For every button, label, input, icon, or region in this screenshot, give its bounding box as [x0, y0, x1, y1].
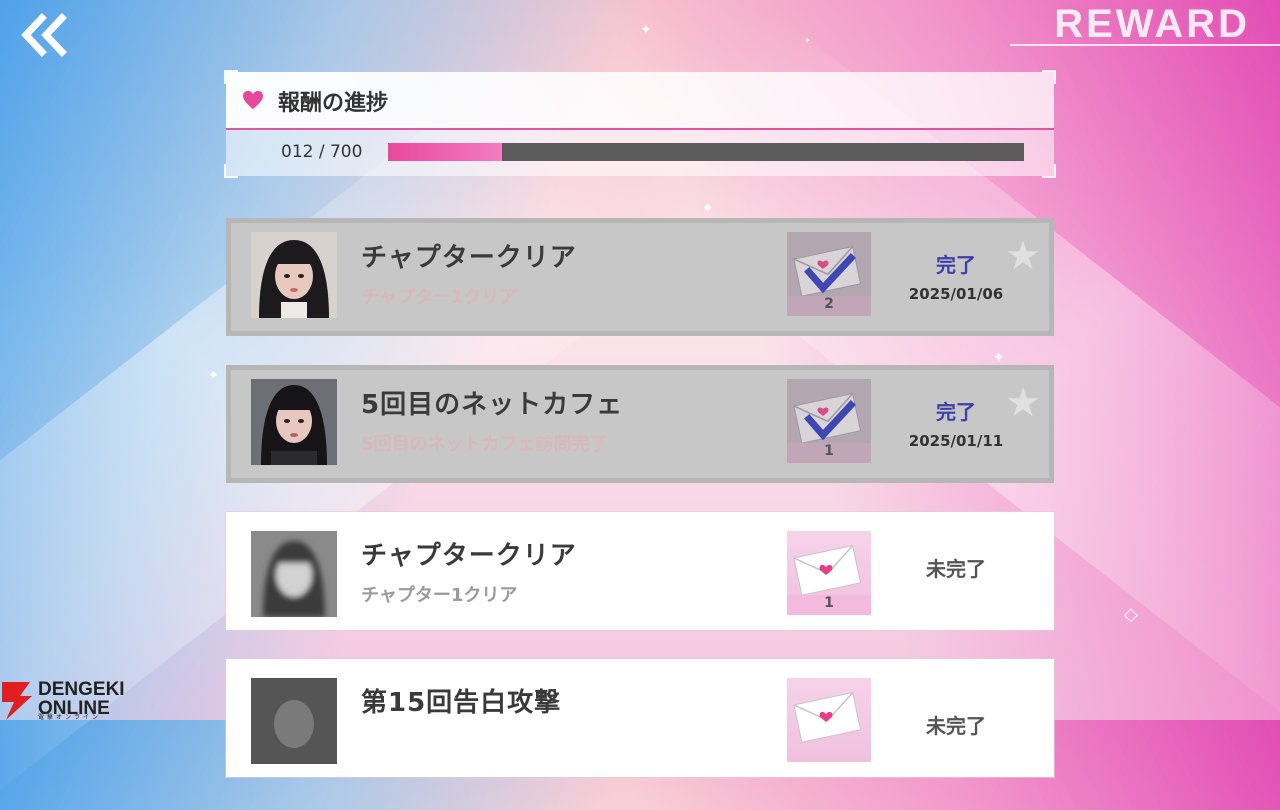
star-icon: ★ — [1005, 674, 1041, 720]
title-underline — [1010, 44, 1280, 46]
reward-quantity: 2 — [824, 296, 834, 312]
reward-title: チャプタークリア — [361, 541, 577, 571]
status-label: 未完了 — [926, 557, 986, 581]
status-label: 完了 — [936, 400, 976, 424]
character-portrait — [251, 232, 337, 318]
reward-card[interactable]: チャプタークリア チャプター1クリア 1 未完了 ★ — [226, 512, 1054, 630]
reward-title: 第15回告白攻撃 — [361, 688, 562, 718]
sparkle-icon: ✦ — [993, 350, 1005, 366]
progress-count: 012 / 700 — [281, 142, 363, 162]
reward-item: 1 — [787, 531, 871, 615]
star-icon: ★ — [1005, 380, 1041, 426]
reward-card[interactable]: 第15回告白攻撃 未完了 ★ — [226, 659, 1054, 777]
reward-progress-panel: 報酬の進捗 012 / 700 — [224, 70, 1056, 178]
character-portrait-locked — [251, 531, 337, 617]
progress-bar-fill — [388, 143, 503, 161]
sparkle-icon: ◆ — [210, 370, 217, 380]
reward-quantity: 1 — [824, 443, 834, 459]
reward-title: 5回目のネットカフェ — [361, 390, 624, 420]
frame-corner — [224, 164, 238, 178]
completion-date: 2025/01/06 — [908, 285, 1004, 303]
character-portrait-locked — [251, 678, 337, 764]
reward-card[interactable]: チャプタークリア チャプター1クリア 2 完了 2025/01/06 ★ — [226, 218, 1054, 336]
star-icon: ★ — [1005, 233, 1041, 279]
frame-corner — [1042, 164, 1056, 178]
progress-header: 報酬の進捗 — [226, 72, 1054, 130]
heart-icon — [243, 90, 263, 110]
sparkle-icon: ✦ — [640, 22, 652, 38]
reward-item: 2 — [787, 232, 871, 316]
reward-subtitle: チャプター1クリア — [361, 585, 518, 606]
reward-item: 1 — [787, 379, 871, 463]
character-portrait — [251, 379, 337, 465]
progress-title: 報酬の進捗 — [278, 91, 389, 116]
sparkle-icon: ✦ — [804, 36, 811, 45]
reward-card[interactable]: 5回目のネットカフェ 5回目のネットカフェ訪問完了 1 完了 2025/01/1… — [226, 365, 1054, 483]
progress-body: 012 / 700 — [226, 130, 1054, 176]
sparkle-icon: ◇ — [1124, 604, 1138, 625]
back-button[interactable] — [18, 12, 70, 60]
page-title: REWARD — [1054, 2, 1250, 46]
reward-subtitle: チャプター1クリア — [361, 287, 518, 308]
reward-title: チャプタークリア — [361, 243, 577, 273]
double-chevron-left-icon — [21, 13, 67, 57]
reward-subtitle: 5回目のネットカフェ訪問完了 — [361, 434, 608, 455]
reward-item — [787, 678, 871, 762]
progress-bar — [388, 143, 1024, 161]
completion-date: 2025/01/11 — [908, 432, 1004, 450]
reward-quantity: 1 — [824, 595, 834, 611]
love-letter-icon — [793, 691, 862, 743]
frame-corner — [1042, 70, 1056, 84]
star-icon: ★ — [1005, 527, 1041, 573]
frame-corner — [224, 70, 238, 84]
status-label: 未完了 — [926, 714, 986, 738]
status-label: 完了 — [936, 253, 976, 277]
sparkle-icon: ◆ — [704, 202, 712, 213]
